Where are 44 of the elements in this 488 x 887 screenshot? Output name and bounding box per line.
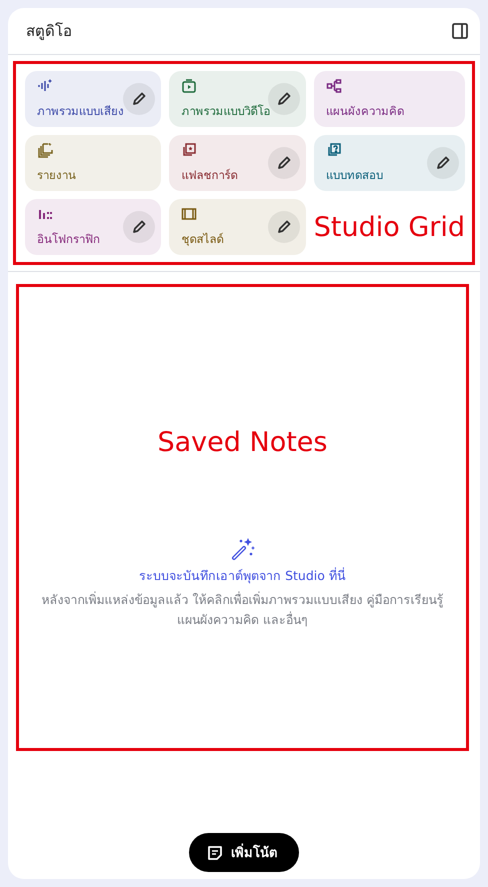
annotation-label: Studio Grid	[314, 212, 465, 242]
quiz-icon	[326, 142, 342, 158]
edit-button[interactable]	[123, 211, 156, 243]
studio-tile[interactable]: ภาพรวมแบบวิดีโอ	[169, 71, 306, 127]
pencil-icon	[131, 91, 148, 107]
video-icon	[181, 78, 198, 94]
tile-label: รายงาน	[37, 167, 77, 184]
pencil-icon	[276, 91, 292, 107]
panel-title: สตูดิโอ	[26, 21, 72, 42]
magic-wand-icon	[230, 536, 256, 562]
pencil-icon	[276, 219, 292, 235]
studio-tile[interactable]: แผนผังความคิด	[314, 71, 465, 127]
tile-label: ชุดสไลด์	[181, 231, 224, 248]
sidebar-toggle-icon[interactable]	[450, 21, 470, 41]
mindmap-icon	[326, 78, 342, 94]
pencil-icon	[131, 219, 148, 235]
waveform-sparkle-icon	[37, 78, 53, 94]
tile-label: ภาพรวมแบบวิดีโอ	[181, 103, 272, 120]
note-icon	[207, 844, 223, 860]
empty-state-description: หลังจากเพิ่มแหล่งข้อมูลแล้ว ให้คลิกเพื่อเพิ่มภาพรวมแบบเสียง คู่มือการเรียนรู้ แผนผังความคิด และอื่นๆ	[40, 590, 444, 629]
edit-button[interactable]	[123, 83, 156, 115]
tile-label: อินโฟกราฟิก	[37, 231, 101, 248]
studio-tile[interactable]: แฟลชการ์ด	[169, 135, 306, 191]
add-note-button[interactable]: เพิ่มโน้ต	[189, 833, 299, 872]
studio-tile[interactable]: ภาพรวมแบบเสียง	[25, 71, 162, 127]
edit-button[interactable]	[268, 147, 300, 179]
edit-button[interactable]	[268, 211, 300, 243]
pencil-icon	[276, 155, 292, 171]
studio-tile[interactable]: ชุดสไลด์	[169, 199, 306, 255]
studio-tile[interactable]: รายงาน	[25, 135, 162, 191]
report-icon	[37, 142, 53, 158]
pencil-icon	[435, 155, 451, 171]
studio-tile[interactable]: แบบทดสอบ	[314, 135, 465, 191]
studio-tile[interactable]: อินโฟกราฟิก	[25, 199, 162, 255]
tile-label: แผนผังความคิด	[326, 103, 405, 120]
edit-button[interactable]	[268, 83, 300, 115]
slides-icon	[181, 206, 198, 222]
tile-label: แฟลชการ์ด	[181, 167, 238, 184]
flashcard-icon	[181, 142, 198, 158]
empty-state-title: ระบบจะบันทึกเอาต์พุตจาก Studio ที่นี่	[139, 566, 346, 586]
tile-label: ภาพรวมแบบเสียง	[37, 103, 125, 120]
tile-label: แบบทดสอบ	[326, 167, 384, 184]
edit-button[interactable]	[427, 147, 459, 179]
annotation-label: Saved Notes	[158, 427, 328, 458]
